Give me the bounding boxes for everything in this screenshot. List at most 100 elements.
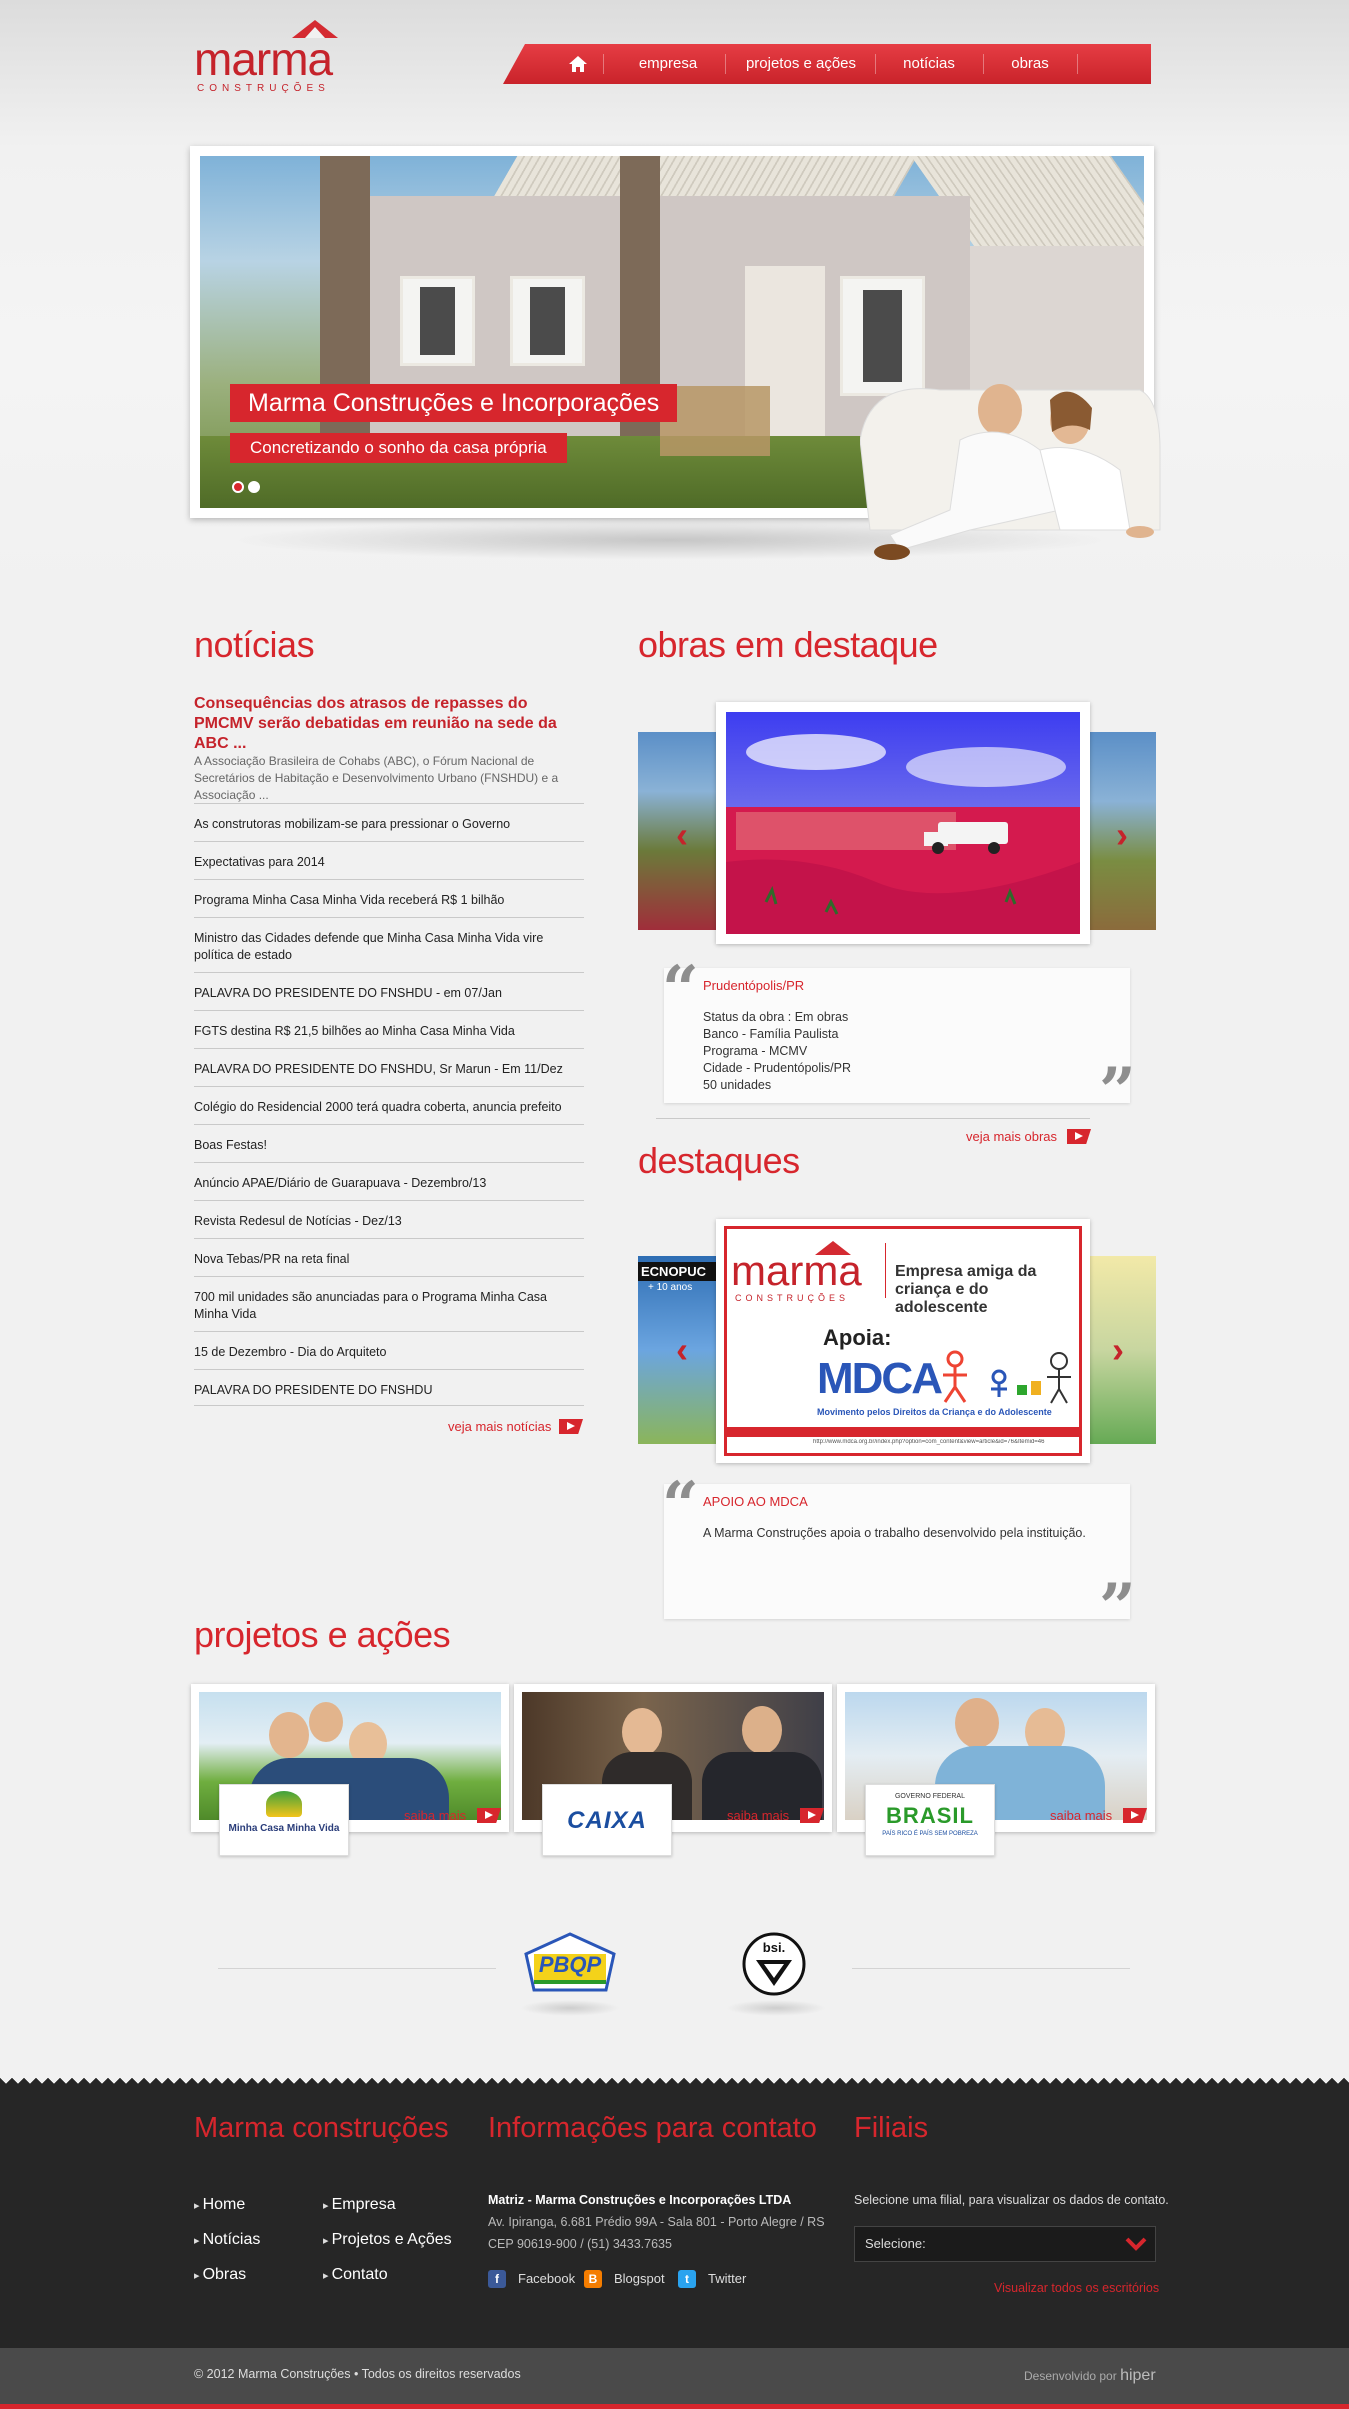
news-item[interactable]: As construtoras mobilizam-se para pressi… xyxy=(194,803,584,833)
nav-separator xyxy=(1077,54,1078,74)
more-news-link[interactable]: veja mais notícias xyxy=(448,1419,551,1434)
facebook-link[interactable]: Facebook xyxy=(518,2271,575,2286)
developer-logo: hiper xyxy=(1120,2367,1156,2384)
person-face xyxy=(742,1706,782,1754)
cert-shadow xyxy=(726,2000,826,2016)
footer-cep-phone: CEP 90619-900 / (51) 3433.7635 xyxy=(488,2237,672,2251)
news-item[interactable]: 15 de Dezembro - Dia do Arquiteto xyxy=(194,1331,584,1361)
footer-link-contato[interactable]: Contato xyxy=(323,2266,388,2284)
nav-separator xyxy=(603,54,604,74)
cert-divider xyxy=(852,1968,1130,1969)
works-carousel-image[interactable] xyxy=(726,712,1080,934)
news-item[interactable]: Revista Redesul de Notícias - Dez/13 xyxy=(194,1200,584,1230)
project-card[interactable]: CAIXA saiba mais xyxy=(514,1684,832,1856)
banner-headline: Empresa amiga da criança e do adolescent… xyxy=(895,1263,1037,1316)
highlight-banner[interactable]: marma CONSTRUÇÕES Empresa amiga da crian… xyxy=(724,1226,1082,1456)
footer-company-name: Matriz - Marma Construções e Incorporaçõ… xyxy=(488,2193,792,2207)
project-more-arrow-icon[interactable] xyxy=(1123,1808,1147,1823)
person-face xyxy=(622,1708,662,1756)
house-window xyxy=(400,276,475,366)
person-face xyxy=(269,1712,309,1758)
developer-credit[interactable]: Desenvolvido por hiper xyxy=(1024,2367,1156,2385)
blogspot-link[interactable]: Blogspot xyxy=(614,2271,665,2286)
project-more-link[interactable]: saiba mais xyxy=(404,1808,466,1823)
footer-link-home[interactable]: Home xyxy=(194,2196,246,2214)
more-works-link[interactable]: veja mais obras xyxy=(966,1129,1057,1144)
brasil-logo-text: BRASIL xyxy=(886,1803,974,1828)
news-item[interactable]: PALAVRA DO PRESIDENTE DO FNSHDU, Sr Maru… xyxy=(194,1048,584,1078)
site-logo[interactable]: marma CONSTRUÇÕES xyxy=(194,20,364,94)
more-works-arrow-icon[interactable] xyxy=(1067,1129,1091,1144)
bsi-logo-text: bsi. xyxy=(762,1940,786,1955)
news-item[interactable]: Anúncio APAE/Diário de Guarapuava - Deze… xyxy=(194,1162,584,1192)
cert-divider xyxy=(218,1968,496,1969)
side-banner-text: ECNOPUC xyxy=(638,1262,718,1281)
footer-link-obras[interactable]: Obras xyxy=(194,2266,247,2284)
news-item[interactable]: Boas Festas! xyxy=(194,1124,584,1154)
news-lead-title[interactable]: Consequências dos atrasos de repasses do… xyxy=(194,694,584,754)
footer-link-noticias[interactable]: Notícias xyxy=(194,2231,261,2249)
chevron-down-icon xyxy=(1125,2237,1147,2251)
nav-item-noticias[interactable]: notícias xyxy=(879,44,979,84)
carousel-next-icon[interactable]: › xyxy=(1116,817,1136,853)
footer-branches-text: Selecione uma filial, para visualizar os… xyxy=(854,2193,1169,2207)
footer-brand-heading: Marma construções xyxy=(194,2112,449,2144)
news-item[interactable]: Colégio do Residencial 2000 terá quadra … xyxy=(194,1086,584,1116)
slide-subtitle: Concretizando o sonho da casa própria xyxy=(230,433,567,463)
footer-link-projetos[interactable]: Projetos e Ações xyxy=(323,2231,452,2249)
logo-name: marma xyxy=(194,33,333,85)
news-item[interactable]: Programa Minha Casa Minha Vida receberá … xyxy=(194,879,584,909)
banner-apoia: Apoia: xyxy=(823,1325,892,1350)
all-offices-link[interactable]: Visualizar todos os escritórios xyxy=(994,2278,1159,2298)
banner-brand-sub: CONSTRUÇÕES xyxy=(735,1293,850,1303)
banner-brand: marma xyxy=(731,1247,862,1294)
project-more-arrow-icon[interactable] xyxy=(800,1808,824,1823)
project-more-arrow-icon[interactable] xyxy=(477,1808,501,1823)
slider-dot-active[interactable] xyxy=(232,481,244,493)
brasil-logo-top: GOVERNO FEDERAL xyxy=(894,1793,965,1800)
highlight-prev-icon[interactable]: ‹ xyxy=(676,1332,696,1368)
slider-dot[interactable] xyxy=(248,481,260,493)
news-item[interactable]: Ministro das Cidades defende que Minha C… xyxy=(194,917,584,964)
project-card[interactable]: GOVERNO FEDERAL BRASIL PAÍS RICO É PAÍS … xyxy=(837,1684,1155,1856)
bottom-red-line xyxy=(0,2404,1349,2409)
nav-item-projetos[interactable]: projetos e ações xyxy=(731,44,871,84)
blogspot-icon[interactable]: B xyxy=(584,2270,602,2288)
project-card[interactable]: Minha Casa Minha Vida saiba mais xyxy=(191,1684,509,1856)
caixa-logo: CAIXA xyxy=(542,1784,672,1856)
project-more-link[interactable]: saiba mais xyxy=(1050,1808,1112,1823)
news-item[interactable]: PALAVRA DO PRESIDENTE DO FNSHDU xyxy=(194,1369,584,1399)
facebook-icon[interactable]: f xyxy=(488,2270,506,2288)
work-title[interactable]: Prudentópolis/PR xyxy=(703,978,804,993)
works-divider xyxy=(656,1118,1090,1119)
nav-item-empresa[interactable]: empresa xyxy=(613,44,723,84)
footer-link-empresa[interactable]: Empresa xyxy=(323,2196,396,2214)
project-more-link[interactable]: saiba mais xyxy=(727,1808,789,1823)
banner-url: http://www.mdca.org.br/index.php?option=… xyxy=(813,1439,1045,1445)
news-heading: notícias xyxy=(194,624,315,665)
highlight-title[interactable]: APOIO AO MDCA xyxy=(703,1494,808,1509)
news-item[interactable]: 700 mil unidades são anunciadas para o P… xyxy=(194,1276,584,1323)
nav-item-obras[interactable]: obras xyxy=(987,44,1073,84)
person-face xyxy=(309,1702,343,1742)
mcmv-logo: Minha Casa Minha Vida xyxy=(219,1784,349,1856)
branch-select[interactable]: Selecione: xyxy=(854,2226,1156,2262)
news-item[interactable]: Expectativas para 2014 xyxy=(194,841,584,871)
news-item[interactable]: FGTS destina R$ 21,5 bilhões ao Minha Ca… xyxy=(194,1010,584,1040)
twitter-link[interactable]: Twitter xyxy=(708,2271,746,2286)
carousel-prev-icon[interactable]: ‹ xyxy=(676,817,696,853)
person-face xyxy=(955,1698,999,1748)
highlight-next-icon[interactable]: › xyxy=(1112,1332,1132,1368)
more-news-arrow-icon[interactable] xyxy=(559,1419,583,1434)
news-item[interactable]: Nova Tebas/PR na reta final xyxy=(194,1238,584,1268)
cert-shadow xyxy=(520,2000,620,2016)
couple-photo xyxy=(860,384,1161,560)
mcmv-logo-text: Minha Casa Minha Vida xyxy=(228,1823,340,1834)
house-window xyxy=(510,276,585,366)
logo-subtitle: CONSTRUÇÕES xyxy=(197,83,330,94)
home-icon[interactable] xyxy=(569,56,587,72)
news-item[interactable]: PALAVRA DO PRESIDENTE DO FNSHDU - em 07/… xyxy=(194,972,584,1002)
nav-separator xyxy=(725,54,726,74)
twitter-icon[interactable]: t xyxy=(678,2270,696,2288)
mcmv-house-icon xyxy=(266,1791,302,1817)
